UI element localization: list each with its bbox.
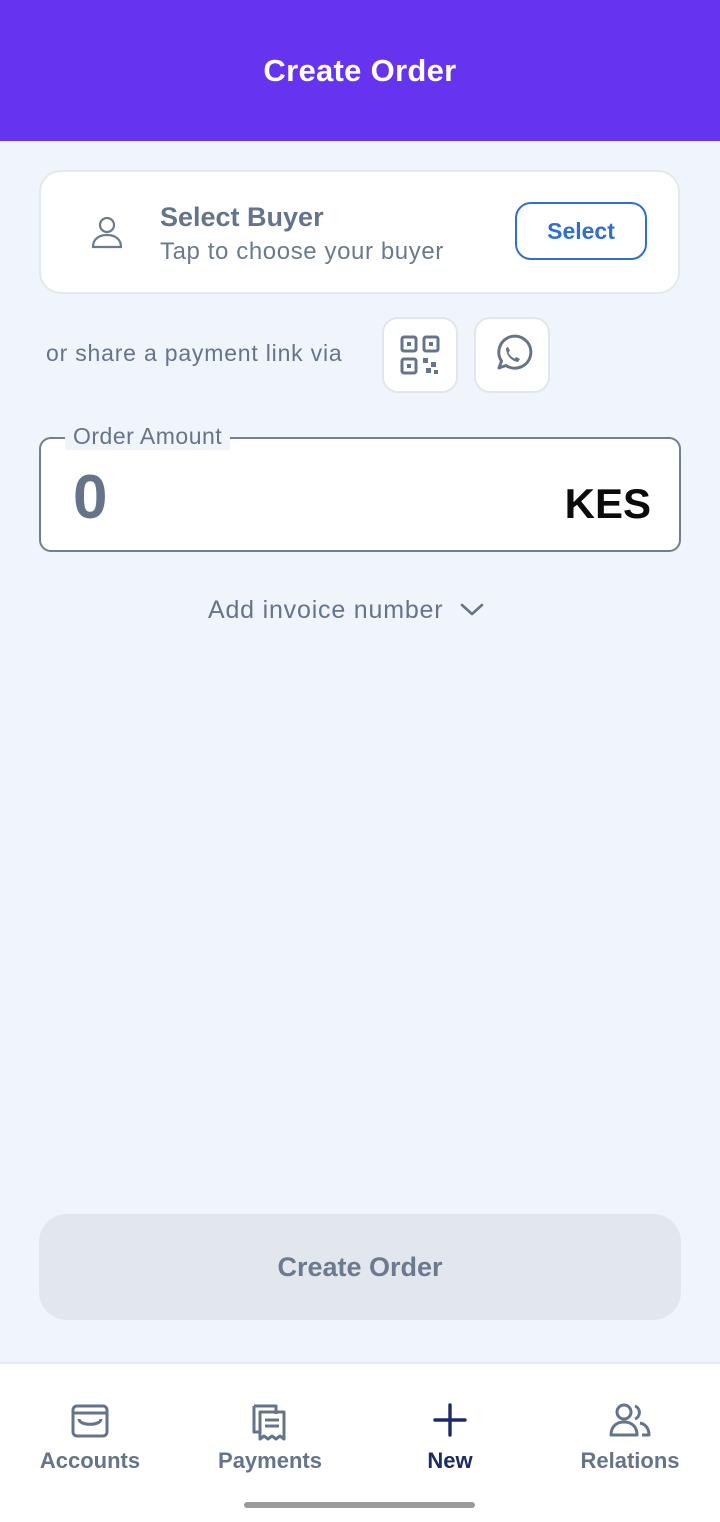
qr-code-icon <box>400 335 440 375</box>
nav-label-new: New <box>427 1448 473 1473</box>
receipt-icon <box>252 1404 286 1441</box>
order-amount-value[interactable]: 0 <box>73 463 107 533</box>
nav-label-accounts: Accounts <box>39 1448 141 1473</box>
share-link-text: or share a payment link via <box>46 340 343 366</box>
whatsapp-icon <box>497 334 533 370</box>
users-icon <box>609 1403 651 1437</box>
nav-label-payments: Payments <box>218 1448 322 1473</box>
wallet-icon <box>71 1404 109 1438</box>
select-buyer-button[interactable]: Select <box>515 202 647 260</box>
nav-item-payments[interactable]: Payments <box>180 1386 360 1476</box>
buyer-subtitle: Tap to choose your buyer <box>160 238 444 265</box>
plus-icon <box>433 1403 467 1437</box>
page-title: Create Order <box>263 52 457 88</box>
order-amount-label: Order Amount <box>65 423 231 450</box>
nav-item-accounts[interactable]: Accounts <box>0 1386 180 1476</box>
add-invoice-number-toggle[interactable]: Add invoice number <box>208 590 485 630</box>
currency-label: KES <box>564 480 651 527</box>
create-order-button[interactable]: Create Order <box>39 1214 681 1320</box>
nav-item-relations[interactable]: Relations <box>540 1386 720 1476</box>
buyer-title: Select Buyer <box>160 202 324 232</box>
order-amount-field[interactable]: Order Amount 0 KES <box>39 423 681 552</box>
user-icon <box>91 216 123 249</box>
select-buyer-card[interactable]: Select Buyer Tap to choose your buyer Se… <box>39 170 680 294</box>
bottom-navigation: Accounts Payments New Relations <box>0 1362 720 1522</box>
chevron-down-icon <box>461 603 484 616</box>
invoice-label: Add invoice number <box>208 595 444 624</box>
home-indicator <box>244 1502 475 1508</box>
whatsapp-share-button[interactable] <box>474 317 550 393</box>
nav-item-new[interactable]: New <box>360 1386 540 1476</box>
qr-share-button[interactable] <box>382 317 458 393</box>
app-header: Create Order <box>0 0 720 141</box>
nav-label-relations: Relations <box>580 1448 680 1473</box>
